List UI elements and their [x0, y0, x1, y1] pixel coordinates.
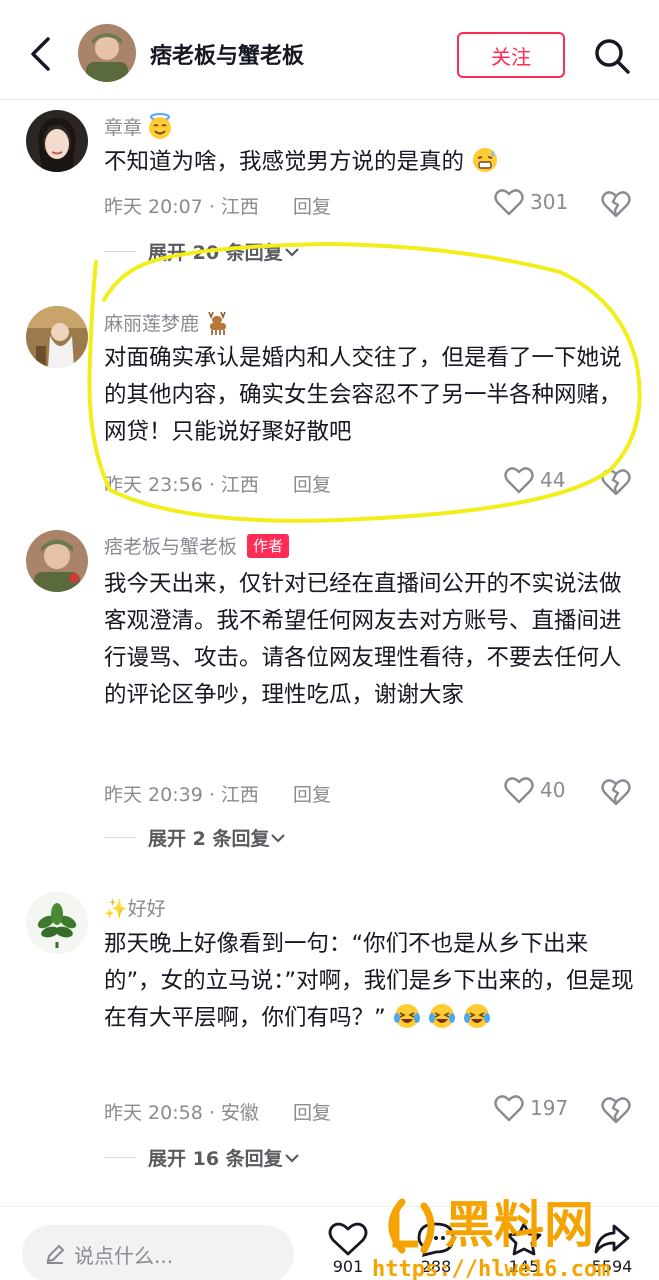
author-avatar[interactable] — [78, 24, 136, 82]
reply-button[interactable]: 回复 — [293, 470, 331, 497]
commenter-avatar[interactable] — [26, 306, 88, 368]
comment-text: 那天晚上好像看到一句：“你们不也是从乡下出来的”，女的立马说：”对啊，我们是乡下… — [104, 931, 634, 1031]
broken-heart-icon — [601, 469, 631, 496]
reply-button[interactable]: 回复 — [293, 192, 331, 219]
commenter-avatar[interactable] — [26, 110, 88, 172]
dislike-button[interactable] — [600, 1094, 632, 1126]
watermark-url: https://hlwe16.com — [372, 1257, 610, 1280]
top-bar: 痞老板与蟹老板 关注 — [0, 0, 659, 100]
commenter-avatar[interactable] — [26, 530, 88, 592]
expand-replies-button[interactable]: 展开 2 条回复 — [104, 824, 287, 851]
comment-text: 我今天出来，仅针对已经在直播间公开的不实说法做客观澄清。我不希望任何网友去对方账… — [104, 571, 622, 708]
commenter-name[interactable]: 麻丽莲梦鹿 — [104, 308, 231, 336]
divider — [104, 1157, 136, 1158]
heart-icon — [494, 1095, 524, 1122]
comment-time-location: 昨天 20:58 · 安徽 — [104, 1102, 259, 1124]
comment-text: 不知道为啥，我感觉男方说的是真的 — [104, 144, 634, 181]
heart-icon — [494, 189, 524, 216]
broken-heart-icon — [601, 779, 631, 806]
expand-replies-button[interactable]: 展开 20 条回复 — [104, 238, 301, 265]
comment-time-location: 昨天 23:56 · 江西 — [104, 474, 259, 496]
dislike-button[interactable] — [600, 776, 632, 808]
commenter-avatar[interactable] — [26, 892, 88, 954]
watermark-emblem-icon — [388, 1198, 435, 1254]
divider — [104, 837, 136, 838]
comment-item: ✨好好 那天晚上好像看到一句：“你们不也是从乡下出来的”，女的立马说：”对啊，我… — [0, 880, 659, 1180]
heart-icon — [504, 777, 534, 804]
watermark-brand: 黑料网 — [444, 1196, 594, 1254]
search-icon — [595, 39, 630, 74]
page-title: 痞老板与蟹老板 — [150, 44, 305, 69]
laughing-tears-emoji-icon — [393, 1004, 420, 1028]
laughing-tears-emoji-icon — [464, 1004, 491, 1028]
commenter-name[interactable]: 章章 — [104, 112, 174, 140]
search-button[interactable] — [592, 36, 632, 76]
commenter-name[interactable]: ✨好好 — [104, 894, 166, 921]
author-badge: 作者 — [247, 533, 290, 558]
sweat-grin-emoji-icon — [473, 148, 498, 172]
follow-button[interactable]: 关注 — [457, 32, 565, 78]
comment-time-location: 昨天 20:07 · 江西 — [104, 196, 259, 218]
like-action[interactable]: 901 — [318, 1221, 378, 1276]
like-button[interactable]: 301 — [494, 188, 568, 216]
like-button[interactable]: 40 — [504, 776, 565, 804]
chevron-down-icon — [271, 833, 286, 843]
back-button[interactable] — [20, 32, 60, 76]
halo-smile-emoji-icon — [149, 113, 172, 139]
expand-replies-button[interactable]: 展开 16 条回复 — [104, 1144, 301, 1171]
reply-button[interactable]: 回复 — [293, 1098, 331, 1125]
reply-button[interactable]: 回复 — [293, 780, 331, 807]
heart-icon — [504, 467, 534, 494]
divider — [104, 251, 136, 252]
like-button[interactable]: 44 — [504, 466, 565, 494]
broken-heart-icon — [601, 1097, 631, 1124]
comment-input[interactable]: 说点什么... — [22, 1225, 294, 1280]
laughing-tears-emoji-icon — [428, 1004, 455, 1028]
comment-item: 章章 不知道为啥，我感觉男方说的是真的 昨天 20:07 · 江西 回复 301… — [0, 100, 659, 290]
comment-item: 麻丽莲梦鹿 对面确实承认是婚内和人交往了，但是看了一下她说的其他内容，确实女生会… — [0, 290, 659, 510]
commenter-name[interactable]: 痞老板与蟹老板 作者 — [104, 532, 290, 559]
comment-time-location: 昨天 20:39 · 江西 — [104, 784, 259, 806]
like-button[interactable]: 197 — [494, 1094, 568, 1122]
comment-item: 痞老板与蟹老板 作者 我今天出来，仅针对已经在直播间公开的不实说法做客观澄清。我… — [0, 520, 659, 860]
broken-heart-icon — [601, 191, 631, 218]
watermark-logo: 黑料网 https://hlwe16.com — [372, 1196, 610, 1280]
deer-emoji-icon — [208, 311, 227, 335]
chevron-left-icon — [31, 37, 50, 71]
chevron-down-icon — [284, 1153, 299, 1163]
pencil-icon — [46, 1244, 65, 1264]
chevron-down-icon — [284, 247, 299, 257]
dislike-button[interactable] — [600, 188, 632, 220]
comment-text: 对面确实承认是婚内和人交往了，但是看了一下她说的其他内容，确实女生会容忍不了另一… — [104, 345, 622, 445]
heart-icon — [328, 1222, 368, 1256]
dislike-button[interactable] — [600, 466, 632, 498]
